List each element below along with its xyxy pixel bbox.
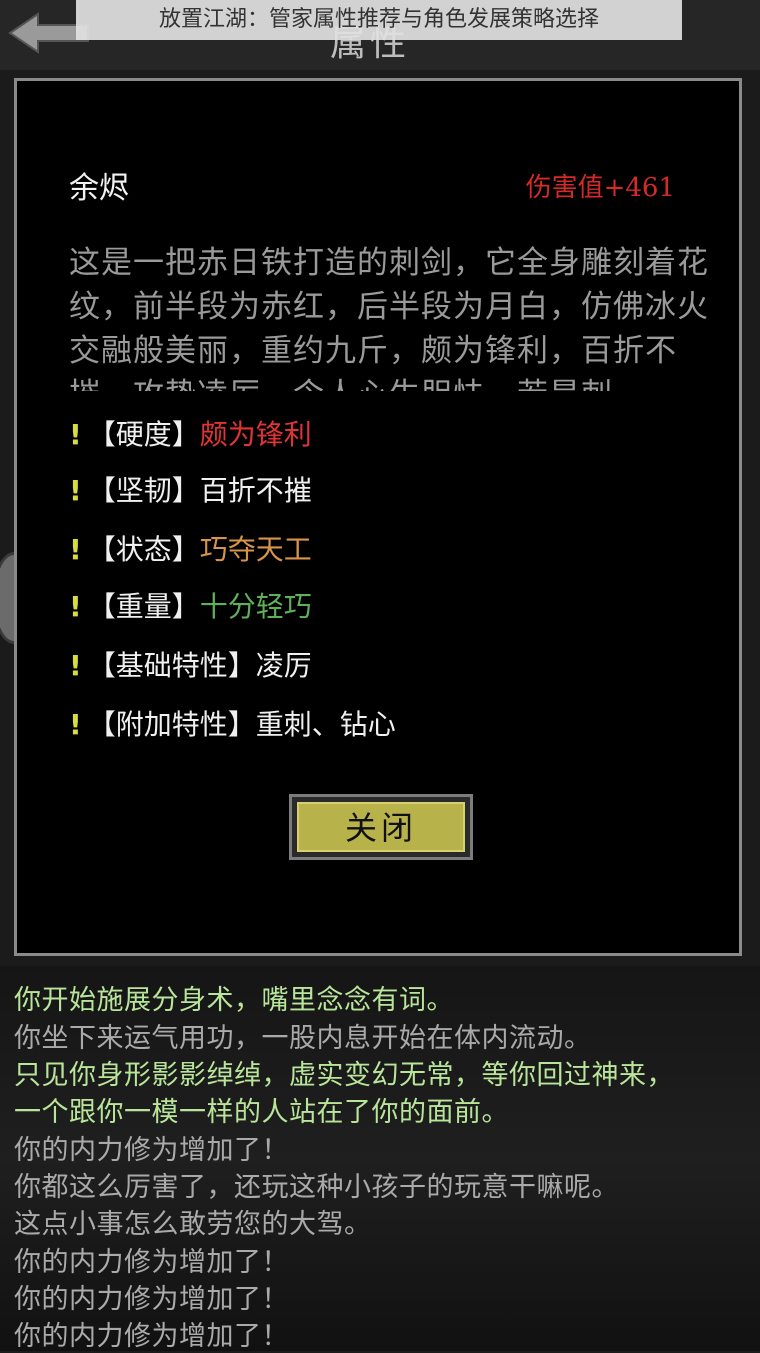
attribute-key: 【附加特性】 — [87, 708, 256, 741]
log-line: 这点小事怎么敢劳您的大驾。 — [14, 1209, 372, 1240]
attribute-value: 凌厉 — [255, 649, 312, 682]
attribute-row-hardness: ! 【硬度】颇为锋利 — [69, 413, 312, 453]
attribute-panel: 余烬 伤害值+461 这是一把赤日铁打造的刺剑，它全身雕刻着花纹，前半段为赤红，… — [14, 78, 742, 956]
close-button-label: 关闭 — [297, 802, 465, 852]
exclamation-icon: ! — [69, 533, 82, 566]
log-line: 你的内力修为增加了！ — [14, 1321, 289, 1352]
attribute-row-weight: ! 【重量】十分轻巧 — [69, 585, 312, 625]
description-scroll-area[interactable]: 这是一把赤日铁打造的刺剑，它全身雕刻着花纹，前半段为赤红，后半段为月白，仿佛冰火… — [69, 241, 719, 391]
attribute-row-extra-trait: ! 【附加特性】重刺、钻心 — [69, 703, 396, 743]
message-log[interactable]: 你开始施展分身术，嘴里念念有词。 你坐下来运气用功，一股内息开始在体内流动。 只… — [0, 966, 760, 1352]
log-line: 你开始施展分身术，嘴里念念有词。 — [14, 985, 454, 1016]
caption-banner: 放置江湖：管家属性推荐与角色发展策略选择 — [76, 0, 682, 40]
exclamation-icon: ! — [69, 649, 82, 682]
close-button[interactable]: 关闭 — [289, 794, 473, 860]
attribute-row-base-trait: ! 【基础特性】凌厉 — [69, 644, 312, 684]
attribute-value: 重刺、钻心 — [255, 708, 396, 741]
exclamation-icon: ! — [69, 418, 82, 451]
attribute-key: 【坚韧】 — [87, 474, 200, 507]
exclamation-icon: ! — [69, 474, 82, 507]
attribute-row-state: ! 【状态】巧夺天工 — [69, 528, 312, 568]
attribute-key: 【状态】 — [87, 533, 200, 566]
log-line: 你的内力修为增加了！ — [14, 1247, 289, 1278]
attribute-key: 【硬度】 — [87, 418, 200, 451]
exclamation-icon: ! — [69, 590, 82, 623]
item-description: 这是一把赤日铁打造的刺剑，它全身雕刻着花纹，前半段为赤红，后半段为月白，仿佛冰火… — [69, 245, 709, 391]
attribute-key: 【基础特性】 — [87, 649, 256, 682]
log-line: 你都这么厉害了，还玩这种小孩子的玩意干嘛呢。 — [14, 1172, 619, 1203]
attribute-key: 【重量】 — [87, 590, 200, 623]
attribute-value: 百折不摧 — [199, 474, 312, 507]
item-name: 余烬 — [69, 171, 129, 206]
attribute-value: 颇为锋利 — [199, 418, 312, 451]
attribute-value: 十分轻巧 — [199, 590, 312, 623]
log-line: 你的内力修为增加了！ — [14, 1135, 289, 1166]
attribute-row-toughness: ! 【坚韧】百折不摧 — [69, 469, 312, 509]
log-line: 你的内力修为增加了！ — [14, 1284, 289, 1315]
attribute-value: 巧夺天工 — [199, 533, 312, 566]
log-line: 只见你身形影影绰绰，虚实变幻无常，等你回过神来， — [14, 1060, 674, 1091]
log-line: 你坐下来运气用功，一股内息开始在体内流动。 — [14, 1023, 592, 1054]
damage-value: 伤害值+461 — [525, 173, 675, 203]
exclamation-icon: ! — [69, 708, 82, 741]
log-line: 一个跟你一模一样的人站在了你的面前。 — [14, 1097, 509, 1128]
